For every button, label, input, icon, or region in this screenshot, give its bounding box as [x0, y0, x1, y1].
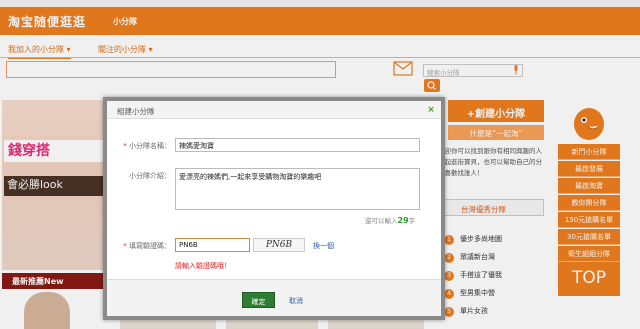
create-team-dialog: 組建小分隊 × * 小分隊名稱： 辣媽愛淘寶 小分隊介紹： 愛漂亮的辣媽們,一起… — [103, 97, 445, 320]
error-message: 請輸入驗證碼哦！ — [175, 262, 231, 270]
page: 淘宝随便逛逛 小分隊 我加入的小分隊 ▾ 關注的小分隊 ▾ 搜索小分隊 錢穿搭 … — [0, 0, 640, 329]
captcha-label: * 填寫驗證碼： — [123, 242, 171, 250]
char-counter: 還可以輸入29字 — [365, 216, 416, 225]
captcha-image: PN6B — [253, 238, 305, 252]
name-label: * 小分隊名稱： — [123, 142, 171, 150]
confirm-button[interactable]: 確定 — [242, 292, 275, 308]
name-input[interactable]: 辣媽愛淘寶 — [175, 138, 420, 152]
intro-label: 小分隊介紹： — [129, 172, 171, 180]
captcha-input[interactable]: PN6B — [175, 238, 250, 252]
close-icon[interactable]: × — [426, 105, 436, 115]
cancel-button[interactable]: 取消 — [289, 296, 303, 306]
dialog-title: 組建小分隊 — [107, 101, 441, 119]
refresh-captcha-link[interactable]: 換一個 — [313, 241, 334, 251]
intro-textarea[interactable]: 愛漂亮的辣媽們,一起來享受購物淘寶的樂趣吧 — [175, 168, 420, 210]
dialog-footer: 確定 取消 — [107, 279, 441, 316]
